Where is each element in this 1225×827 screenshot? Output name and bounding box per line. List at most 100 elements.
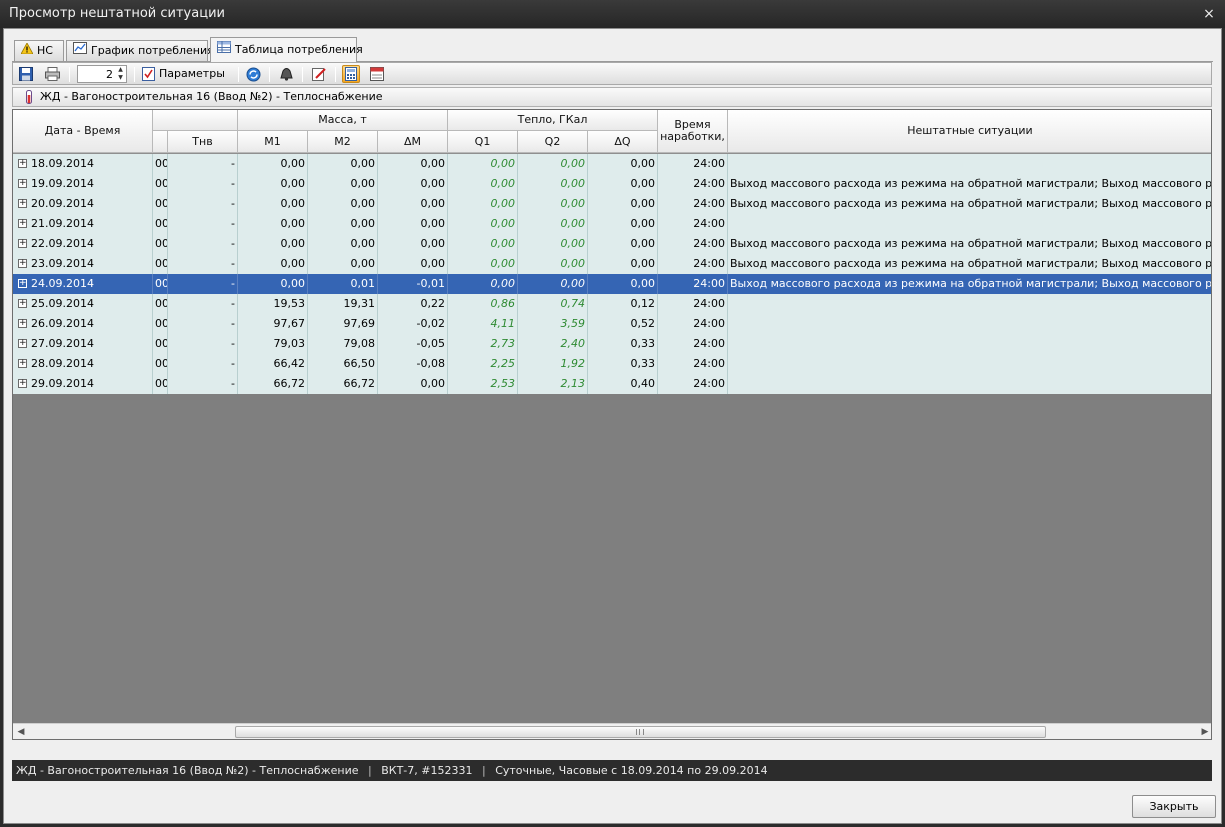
cell-q1: 0,00 bbox=[448, 194, 518, 214]
scrollbar-thumb[interactable] bbox=[235, 726, 1046, 738]
cell-q1: 0,00 bbox=[448, 274, 518, 294]
cell-runtime: 24:00 bbox=[658, 374, 728, 394]
cell-events bbox=[728, 374, 1211, 394]
print-button[interactable] bbox=[43, 65, 61, 83]
cell-m2: 0,00 bbox=[308, 154, 378, 174]
close-button[interactable]: Закрыть bbox=[1132, 795, 1216, 818]
cell-events bbox=[728, 154, 1211, 174]
header-tnv[interactable]: Тнв bbox=[168, 131, 238, 153]
header-heat-group: Тепло, ГКал bbox=[448, 110, 658, 131]
cell-runtime: 24:00 bbox=[658, 174, 728, 194]
toolbar-separator bbox=[238, 67, 239, 82]
parameters-button[interactable]: Параметры bbox=[139, 65, 225, 83]
table-row[interactable]: +29.09.2014 00-66,72 66,72 0,00 2,53 2,13 0,40… bbox=[13, 374, 1211, 394]
table-row[interactable]: +23.09.2014 00-0,00 0,00 0,00 0,00 0,00 0,00 24… bbox=[13, 254, 1211, 274]
scroll-right-icon[interactable]: ▶ bbox=[1197, 724, 1211, 739]
cell-q1: 0,00 bbox=[448, 174, 518, 194]
cell-dm: 0,00 bbox=[378, 374, 448, 394]
table-row[interactable]: +18.09.2014 00-0,00 0,00 0,00 0,00 0,00 0,00 24… bbox=[13, 154, 1211, 174]
table-row[interactable]: +24.09.2014 00-0,00 0,01 -0,01 0,00 0,00 0,00 2… bbox=[13, 274, 1211, 294]
digits-input[interactable] bbox=[78, 66, 116, 82]
header-q1[interactable]: Q1 bbox=[448, 131, 518, 153]
cell-q2: 0,00 bbox=[518, 174, 588, 194]
header-dq[interactable]: ΔQ bbox=[588, 131, 658, 153]
toolbar-separator bbox=[302, 67, 303, 82]
cell-q1: 0,00 bbox=[448, 234, 518, 254]
header-col-c0[interactable] bbox=[153, 131, 168, 153]
cell-tnv: - bbox=[168, 354, 238, 374]
cell-dq: 0,00 bbox=[588, 174, 658, 194]
status-bar: ЖД - Вагоностроительная 16 (Ввод №2) - Т… bbox=[12, 760, 1212, 781]
cell-c0: 00 bbox=[153, 194, 168, 214]
cell-dq: 0,00 bbox=[588, 254, 658, 274]
edit-button[interactable] bbox=[310, 65, 328, 83]
header-q2[interactable]: Q2 bbox=[518, 131, 588, 153]
horizontal-scrollbar[interactable]: ◀ ▶ bbox=[13, 723, 1211, 739]
table-row[interactable]: +21.09.2014 00-0,00 0,00 0,00 0,00 0,00 0,00 24… bbox=[13, 214, 1211, 234]
cell-dm: 0,00 bbox=[378, 194, 448, 214]
header-date-time[interactable]: Дата - Время bbox=[13, 110, 153, 153]
cell-events bbox=[728, 214, 1211, 234]
cell-runtime: 24:00 bbox=[658, 274, 728, 294]
cell-c0: 00 bbox=[153, 254, 168, 274]
header-m1[interactable]: M1 bbox=[238, 131, 308, 153]
cell-m1: 0,00 bbox=[238, 154, 308, 174]
table-row[interactable]: +22.09.2014 00-0,00 0,00 0,00 0,00 0,00 0,00 24… bbox=[13, 234, 1211, 254]
chart-icon bbox=[73, 41, 87, 61]
toolbar-separator bbox=[335, 67, 336, 82]
cell-m1: 0,00 bbox=[238, 274, 308, 294]
cell-q2: 1,92 bbox=[518, 354, 588, 374]
tab-ns[interactable]: НС bbox=[14, 40, 64, 61]
table-row[interactable]: +25.09.2014 00-19,53 19,31 0,22 0,86 0,74 0,12… bbox=[13, 294, 1211, 314]
view-toggle-calendar-button[interactable] bbox=[368, 65, 386, 83]
filter-button[interactable] bbox=[277, 65, 295, 83]
tab-consumption-table-label: Таблица потребления bbox=[235, 43, 363, 56]
scroll-left-icon[interactable]: ◀ bbox=[13, 724, 29, 739]
refresh-button[interactable] bbox=[244, 65, 262, 83]
cell-tnv: - bbox=[168, 334, 238, 354]
table-row[interactable]: +19.09.2014 00-0,00 0,00 0,00 0,00 0,00 0,00 24… bbox=[13, 174, 1211, 194]
header-m2[interactable]: M2 bbox=[308, 131, 378, 153]
cell-q1: 0,00 bbox=[448, 214, 518, 234]
consumption-grid[interactable]: Дата - Время Масса, т Тепло, ГКал Время н… bbox=[12, 109, 1212, 740]
cell-date: 20.09.2014 bbox=[13, 194, 153, 214]
window-close-icon[interactable]: × bbox=[1201, 0, 1217, 28]
cell-m2: 97,69 bbox=[308, 314, 378, 334]
cell-c0: 00 bbox=[153, 354, 168, 374]
cell-events bbox=[728, 334, 1211, 354]
header-dm[interactable]: ΔM bbox=[378, 131, 448, 153]
cell-date: 26.09.2014 bbox=[13, 314, 153, 334]
object-info-bar: ЖД - Вагоностроительная 16 (Ввод №2) - Т… bbox=[12, 87, 1212, 107]
save-button[interactable] bbox=[17, 65, 35, 83]
cell-tnv: - bbox=[168, 234, 238, 254]
cell-m2: 0,00 bbox=[308, 174, 378, 194]
cell-q2: 0,00 bbox=[518, 274, 588, 294]
cell-date: 28.09.2014 bbox=[13, 354, 153, 374]
digits-stepper[interactable]: ▲▼ bbox=[77, 65, 127, 83]
table-row[interactable]: +20.09.2014 00-0,00 0,00 0,00 0,00 0,00 0,00 24… bbox=[13, 194, 1211, 214]
cell-dm: 0,00 bbox=[378, 174, 448, 194]
table-row[interactable]: +27.09.2014 00-79,03 79,08 -0,05 2,73 2,40 0,3… bbox=[13, 334, 1211, 354]
cell-m2: 19,31 bbox=[308, 294, 378, 314]
table-row[interactable]: +26.09.2014 00-97,67 97,69 -0,02 4,11 3,59 0,5… bbox=[13, 314, 1211, 334]
cell-tnv: - bbox=[168, 214, 238, 234]
cell-q1: 0,00 bbox=[448, 154, 518, 174]
stepper-arrows[interactable]: ▲ ▼ bbox=[115, 66, 126, 82]
cell-m1: 0,00 bbox=[238, 194, 308, 214]
cell-date: 19.09.2014 bbox=[13, 174, 153, 194]
table-row[interactable]: +28.09.2014 00-66,42 66,50 -0,08 2,25 1,92 0,3… bbox=[13, 354, 1211, 374]
header-events[interactable]: Нештатные ситуации bbox=[728, 110, 1211, 153]
cell-dq: 0,00 bbox=[588, 154, 658, 174]
refresh-icon bbox=[246, 67, 260, 81]
cell-q1: 2,53 bbox=[448, 374, 518, 394]
cell-date: 29.09.2014 bbox=[13, 374, 153, 394]
cell-date: 27.09.2014 bbox=[13, 334, 153, 354]
cell-c0: 00 bbox=[153, 314, 168, 334]
cell-date: 25.09.2014 bbox=[13, 294, 153, 314]
tab-consumption-chart[interactable]: График потребления bbox=[66, 40, 214, 61]
status-object: ЖД - Вагоностроительная 16 (Ввод №2) - Т… bbox=[16, 764, 359, 777]
view-toggle-daily-button[interactable] bbox=[342, 65, 360, 83]
header-runtime[interactable]: Время наработки, bbox=[658, 110, 728, 153]
cell-c0: 00 bbox=[153, 334, 168, 354]
tab-consumption-table[interactable]: Таблица потребления bbox=[210, 37, 363, 62]
